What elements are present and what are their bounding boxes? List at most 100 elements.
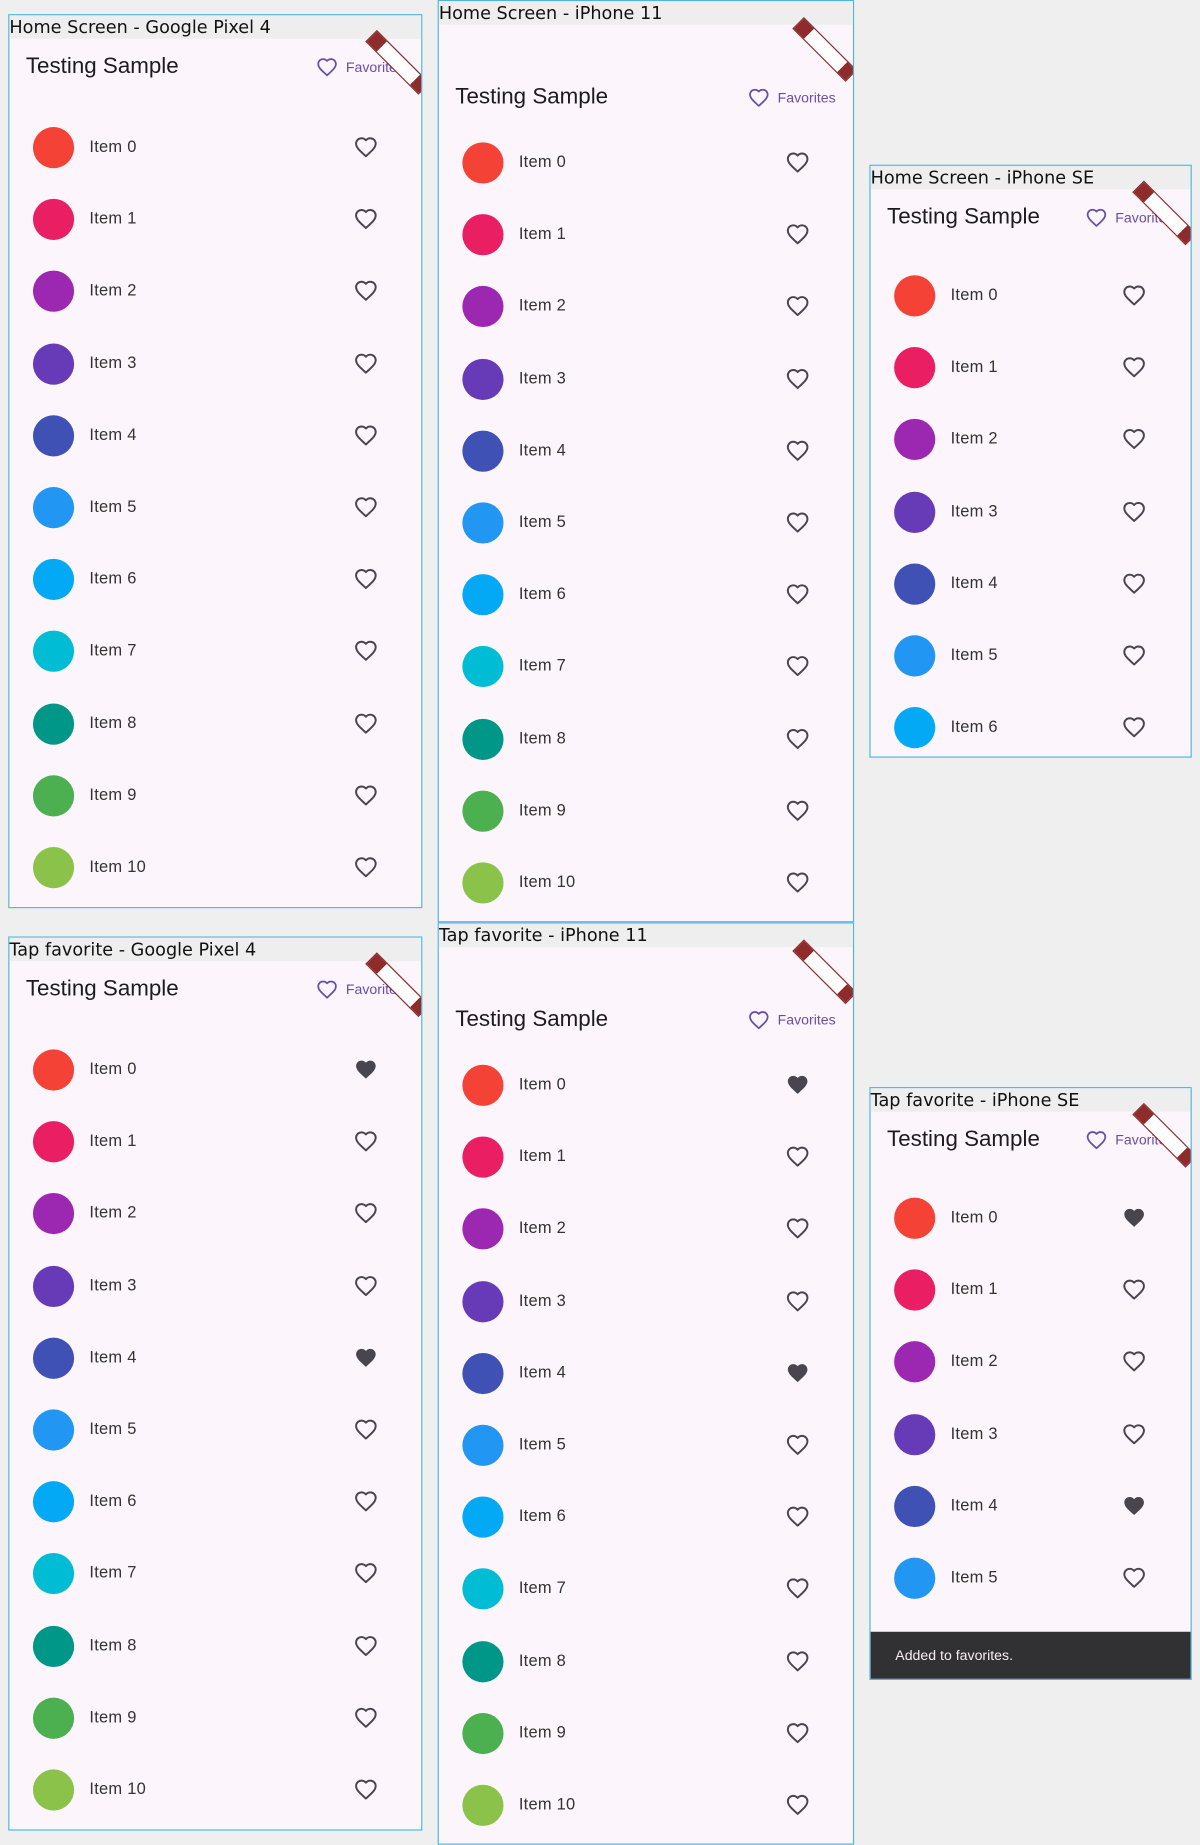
heart-outline-icon[interactable] [354,1562,378,1586]
favorites-button[interactable]: Favorites [748,87,836,108]
item-label: Item 1 [518,223,567,243]
heart-outline-icon[interactable] [354,783,378,807]
heart-filled-icon[interactable] [1122,1494,1146,1518]
heart-outline-icon[interactable] [786,1505,810,1529]
item-avatar [462,502,504,544]
list-item: Item 7 [9,616,421,688]
heart-outline-icon[interactable] [354,495,378,519]
app-title: Testing Sample [455,1007,609,1032]
item-label: Item 4 [518,439,567,459]
heart-outline-icon[interactable] [1122,1422,1146,1446]
item-avatar [32,631,75,673]
heart-outline-icon[interactable] [1122,1566,1146,1590]
heart-filled-icon[interactable] [786,1073,810,1097]
heart-filled-icon[interactable] [1122,1206,1146,1230]
list-item: Item 5 [871,1542,1191,1614]
list-item: Item 6 [9,544,421,616]
heart-outline-icon[interactable] [354,1202,378,1226]
debug-banner [792,16,853,82]
heart-outline-icon[interactable] [786,1721,810,1745]
heart-filled-icon[interactable] [354,1346,378,1370]
heart-outline-icon[interactable] [354,279,378,303]
list-item: Item 4 [9,1322,421,1394]
heart-outline-icon[interactable] [354,1418,378,1442]
item-avatar [462,574,504,616]
heart-outline-icon[interactable] [1122,356,1146,380]
list-item: Item 7 [9,1538,421,1610]
frame-caption: Home Screen - iPhone 11 [438,1,853,25]
heart-filled-icon[interactable] [786,1361,810,1385]
heart-outline-icon[interactable] [786,1793,810,1817]
heart-outline-icon[interactable] [354,135,378,159]
heart-outline-icon[interactable] [786,511,810,535]
list-item: Item 9 [439,775,853,847]
heart-outline-icon [1086,1129,1107,1150]
item-avatar [462,142,504,184]
heart-outline-icon[interactable] [354,1634,378,1658]
list-item: Item 7 [439,1553,853,1625]
heart-outline-icon[interactable] [1122,500,1146,524]
heart-outline-icon[interactable] [1122,572,1146,596]
heart-outline-icon[interactable] [786,871,810,895]
app-title: Testing Sample [25,54,179,79]
heart-outline-icon[interactable] [786,295,810,319]
heart-filled-icon[interactable] [354,1058,378,1082]
list-item: Item 5 [9,1394,421,1466]
list-item: Item 4 [871,1470,1191,1542]
heart-outline-icon[interactable] [1122,716,1146,740]
item-label: Item 7 [518,1578,567,1597]
heart-outline-icon[interactable] [1122,428,1146,452]
heart-outline-icon[interactable] [1122,1350,1146,1374]
list-item: Item 8 [439,1625,853,1697]
heart-outline-icon [748,87,769,108]
heart-outline-icon[interactable] [786,151,810,175]
list-item: Item 0 [439,127,853,199]
list-item: Item 2 [871,404,1191,476]
item-avatar [32,1409,75,1451]
heart-outline-icon[interactable] [786,1577,810,1601]
item-label: Item 6 [89,568,137,588]
heart-outline-icon[interactable] [786,223,810,247]
favorites-button[interactable]: Favorites [748,1009,836,1030]
heart-outline-icon[interactable] [786,799,810,823]
heart-outline-icon[interactable] [354,351,378,375]
heart-outline-icon[interactable] [354,1490,378,1514]
item-label: Item 10 [518,1794,576,1813]
list-item: Item 3 [9,328,421,400]
frame-home-iphone11: Home Screen - iPhone 11 Testing Sample F… [437,0,855,923]
item-avatar [32,703,75,745]
heart-outline-icon[interactable] [354,1778,378,1802]
item-label: Item 6 [950,716,998,736]
heart-outline-icon[interactable] [786,1145,810,1169]
list-item: Item 10 [9,1754,421,1826]
heart-outline-icon[interactable] [1122,1278,1146,1302]
heart-outline-icon[interactable] [786,1433,810,1457]
heart-outline-icon[interactable] [354,639,378,663]
heart-outline-icon[interactable] [786,439,810,463]
heart-outline-icon[interactable] [1122,284,1146,308]
item-avatar [894,1341,936,1383]
heart-outline-icon[interactable] [786,367,810,391]
heart-outline-icon[interactable] [354,1274,378,1298]
heart-outline-icon[interactable] [354,567,378,591]
heart-outline-icon[interactable] [354,207,378,231]
heart-outline-icon[interactable] [354,711,378,735]
list-item: Item 4 [871,548,1191,620]
heart-outline-icon[interactable] [354,423,378,447]
list-item: Item 6 [871,692,1191,756]
heart-outline-icon[interactable] [354,855,378,879]
debug-banner [792,939,853,1005]
item-avatar [894,347,936,389]
heart-outline-icon[interactable] [354,1130,378,1154]
item-label: Item 3 [950,500,998,520]
heart-outline-icon[interactable] [786,1217,810,1241]
item-avatar [32,127,75,169]
heart-outline-icon[interactable] [1122,644,1146,668]
heart-outline-icon[interactable] [786,655,810,679]
list-item: Item 2 [439,1193,853,1265]
heart-outline-icon[interactable] [354,1706,378,1730]
heart-outline-icon[interactable] [786,583,810,607]
heart-outline-icon[interactable] [786,1289,810,1313]
heart-outline-icon[interactable] [786,727,810,751]
heart-outline-icon[interactable] [786,1649,810,1673]
